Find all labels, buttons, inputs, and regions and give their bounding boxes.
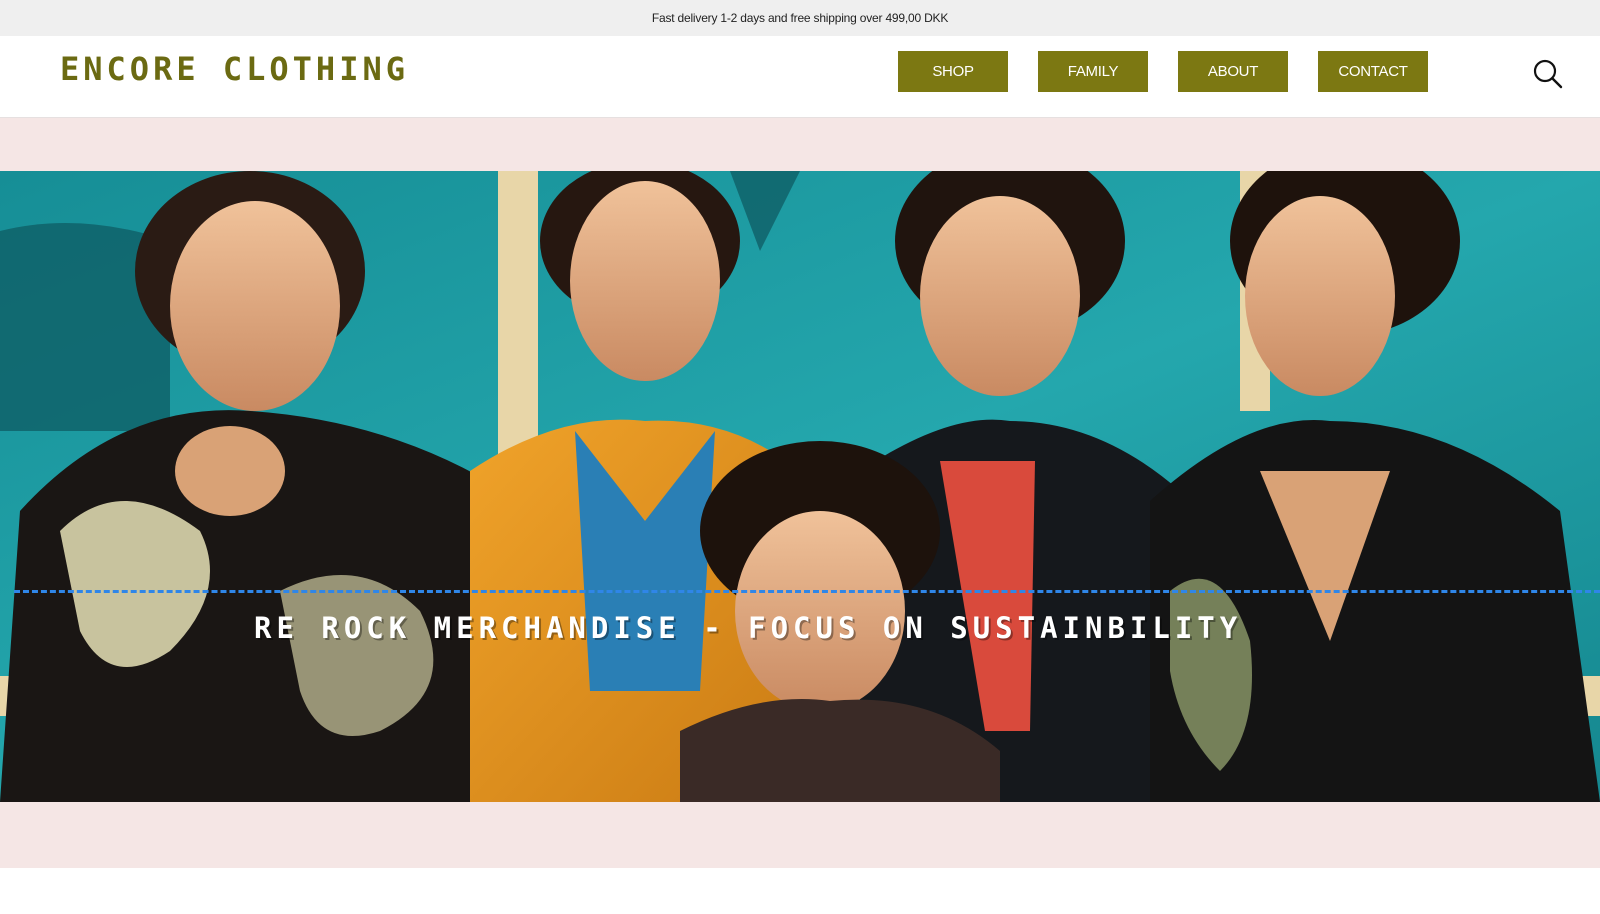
nav-contact-button[interactable]: CONTACT (1318, 51, 1428, 92)
hero-banner: RE ROCK MERCHANDISE - FOCUS ON SUSTAINBI… (0, 171, 1600, 802)
announcement-text: Fast delivery 1-2 days and free shipping… (651, 11, 949, 25)
page-below-hero (0, 868, 1600, 914)
main-nav: SHOP FAMILY ABOUT CONTACT (898, 51, 1428, 92)
marquee-divider (14, 590, 1600, 593)
announcement-bar: Fast delivery 1-2 days and free shipping… (0, 0, 1600, 36)
nav-about-button[interactable]: ABOUT (1178, 51, 1288, 92)
hero-band-photo (0, 171, 1600, 802)
search-icon (1533, 59, 1563, 89)
hero-marquee-text: RE ROCK MERCHANDISE - FOCUS ON SUSTAINBI… (254, 611, 1243, 645)
search-button[interactable] (1530, 56, 1566, 92)
hero-top-spacer (0, 118, 1600, 171)
logo[interactable]: ENCORE CLOTHING (60, 50, 409, 88)
nav-shop-button[interactable]: SHOP (898, 51, 1008, 92)
nav-family-button[interactable]: FAMILY (1038, 51, 1148, 92)
site-header: ENCORE CLOTHING SHOP FAMILY ABOUT CONTAC… (0, 36, 1600, 118)
hero-bottom-spacer (0, 802, 1600, 868)
